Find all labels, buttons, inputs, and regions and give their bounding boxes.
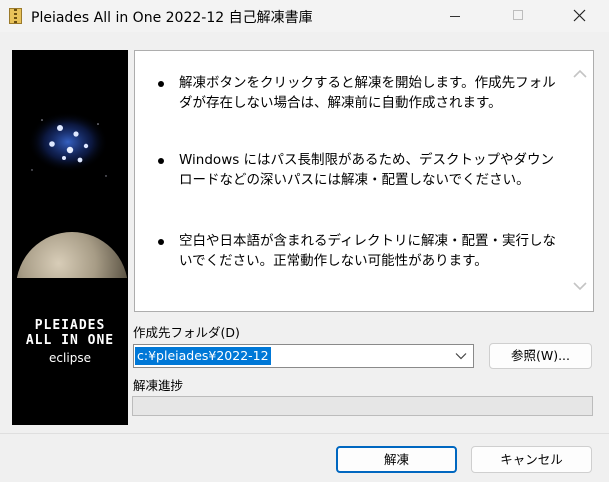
info-text-panel[interactable]: 解凍ボタンをクリックすると解凍を開始します。作成先フォルダが存在しない場合は、解…: [134, 50, 594, 312]
dialog-footer: 解凍 キャンセル: [0, 433, 609, 482]
self-extractor-window: Pleiades All in One 2022-12 自己解凍書庫 PLEIA…: [0, 0, 609, 482]
chevron-down-icon[interactable]: [455, 352, 467, 360]
destination-folder-combobox[interactable]: c:¥pleiades¥2022-12: [133, 344, 474, 368]
info-item: 空白や日本語が含まれるディレクトリに解凍・配置・実行しないでください。正常動作し…: [158, 231, 559, 271]
banner-subtitle: eclipse: [49, 351, 91, 365]
extract-button[interactable]: 解凍: [336, 446, 457, 473]
destination-folder-label: 作成先フォルダ(D): [133, 325, 240, 340]
cancel-button[interactable]: キャンセル: [471, 446, 592, 473]
zip-archive-icon: [9, 8, 22, 24]
minimize-button[interactable]: [431, 0, 477, 32]
pleiades-banner: PLEIADES ALL IN ONE eclipse: [12, 50, 128, 425]
destination-folder-value[interactable]: c:¥pleiades¥2022-12: [135, 347, 271, 365]
close-button[interactable]: [556, 0, 602, 32]
extraction-progress-bar: [132, 396, 593, 416]
minimize-icon: [450, 16, 460, 17]
info-item: Windows にはパス長制限があるため、デスクトップやダウンロードなどの深いパ…: [158, 150, 559, 190]
maximize-button: [494, 0, 540, 32]
banner-title-line2: ALL IN ONE: [25, 333, 115, 348]
browse-button[interactable]: 参照(W)...: [489, 343, 592, 369]
window-title: Pleiades All in One 2022-12 自己解凍書庫: [31, 10, 313, 26]
maximize-icon: [513, 10, 523, 20]
close-icon: [573, 9, 586, 22]
banner-title-line1: PLEIADES: [34, 318, 106, 333]
scroll-down-icon[interactable]: [572, 279, 588, 293]
progress-label: 解凍進捗: [133, 378, 184, 393]
scroll-up-icon[interactable]: [572, 67, 588, 81]
pleiades-star-cluster-icon: [28, 112, 108, 177]
info-item: 解凍ボタンをクリックすると解凍を開始します。作成先フォルダが存在しない場合は、解…: [158, 73, 559, 113]
title-bar[interactable]: Pleiades All in One 2022-12 自己解凍書庫: [0, 0, 609, 32]
